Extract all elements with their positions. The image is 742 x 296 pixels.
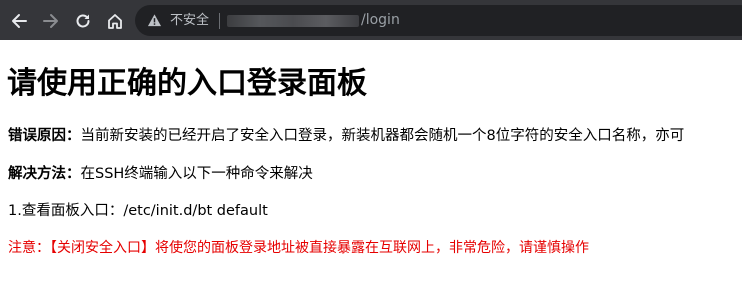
forward-button[interactable]: [38, 8, 64, 34]
reload-button[interactable]: [70, 8, 96, 34]
back-button[interactable]: [6, 8, 32, 34]
warning-triangle-icon[interactable]: [147, 13, 162, 28]
solution-text: 在SSH终端输入以下一种命令来解决: [80, 166, 313, 182]
warning-text: 注意：【关闭安全入口】将使您的面板登录地址被直接暴露在互联网上，非常危险，请谨慎…: [8, 240, 589, 256]
solution-label: 解决方法：: [8, 166, 81, 182]
address-bar[interactable]: 不安全 /login: [135, 5, 742, 36]
home-icon: [108, 14, 122, 29]
omnibox-divider: [219, 13, 220, 29]
arrow-right-icon: [43, 14, 58, 28]
error-cause-label: 错误原因：: [8, 128, 81, 144]
security-status-label[interactable]: 不安全: [170, 12, 209, 29]
reload-icon: [76, 14, 90, 28]
solution-line: 解决方法：在SSH终端输入以下一种命令来解决: [8, 164, 313, 184]
url-path[interactable]: /login: [361, 12, 400, 29]
arrow-left-icon: [12, 14, 27, 28]
page-title: 请使用正确的入口登录面板: [7, 66, 367, 101]
home-button[interactable]: [102, 8, 128, 34]
browser-toolbar: 不安全 /login: [0, 0, 742, 40]
error-cause-text: 当前新安装的已经开启了安全入口登录，新装机器都会随机一个8位字符的安全入口名称，…: [80, 128, 685, 144]
blurred-host: [227, 15, 359, 27]
command-line: 1.查看面板入口：/etc/init.d/bt default: [8, 203, 268, 219]
error-cause-line: 错误原因：当前新安装的已经开启了安全入口登录，新装机器都会随机一个8位字符的安全…: [8, 126, 684, 146]
